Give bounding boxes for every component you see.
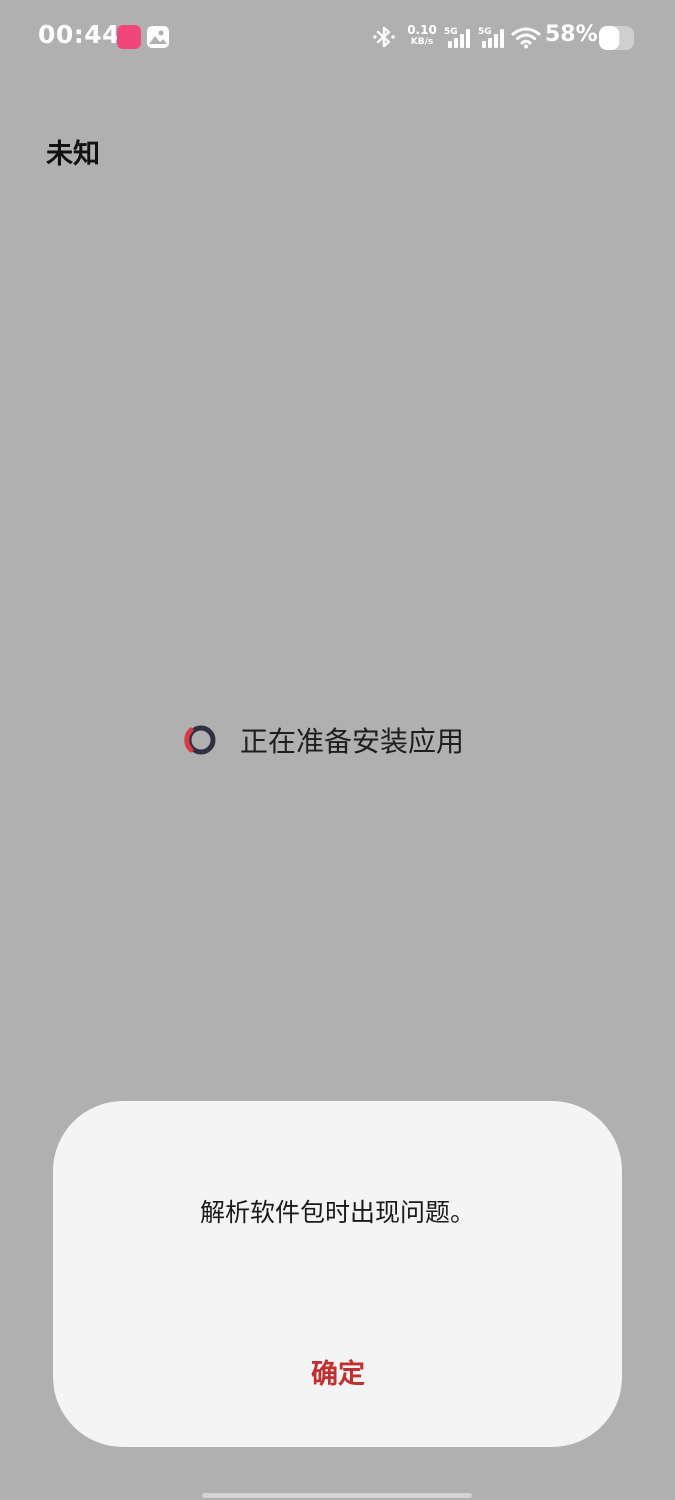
dialog-message: 解析软件包时出现问题。 [199, 1198, 475, 1227]
network-speed-value: 0.10 [407, 23, 437, 37]
loading-indicator: 正在准备安装应用 [180, 718, 464, 762]
photo-icon [147, 26, 169, 48]
confirm-button[interactable]: 确定 [238, 1339, 438, 1403]
network-speed-unit: KB/s [410, 37, 434, 47]
app-notification-icon [117, 25, 141, 49]
home-indicator[interactable] [202, 1493, 472, 1498]
page-title: 未知 [46, 139, 100, 170]
signal-label: 5G [444, 27, 458, 37]
status-bar: 00:44 0.10 KB/s 5G 5G 58% [0, 0, 675, 76]
network-speed: 0.10 KB/s [406, 24, 438, 48]
loading-spinner-icon [184, 725, 216, 755]
loading-text: 正在准备安装应用 [240, 725, 465, 758]
error-dialog: 解析软件包时出现问题。 确定 [53, 1101, 622, 1447]
signal-label: 5G [478, 27, 492, 37]
bluetooth-icon [373, 26, 395, 48]
status-time: 00:44 [38, 20, 121, 49]
battery-percentage: 58% [545, 22, 598, 47]
battery-icon [599, 26, 634, 50]
signal-icon: 5G [478, 27, 504, 48]
wifi-icon [511, 27, 541, 49]
signal-icon: 5G [444, 27, 470, 48]
